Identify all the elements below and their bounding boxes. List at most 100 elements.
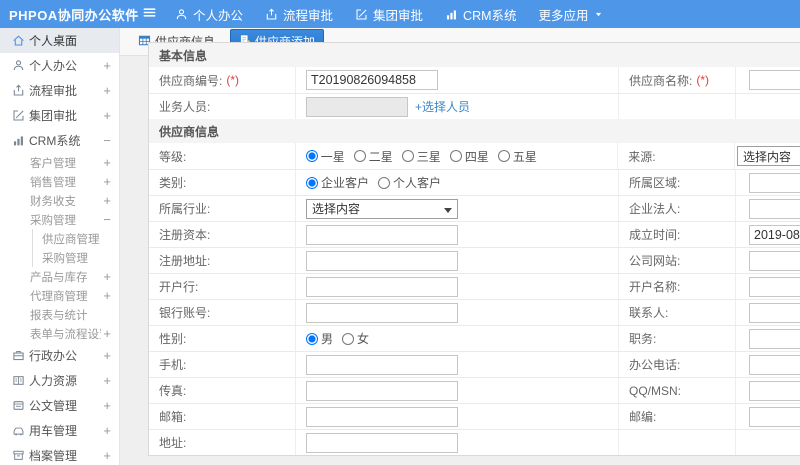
position-label: 职务: [619,326,736,351]
expand-plus-icon[interactable]: + [101,288,111,303]
region-input[interactable] [749,172,800,193]
expand-plus-icon[interactable]: + [101,423,111,438]
form-row: 邮箱: 邮编: [149,403,800,429]
level-option-1[interactable]: 二星 [353,148,393,165]
topbar-item-group-approval[interactable]: 集团审批 [355,5,423,24]
bank-account-input[interactable] [306,302,458,323]
supplier-name-input[interactable] [749,70,800,90]
sidebar-item-group-approval[interactable]: 集团审批 + [0,103,119,128]
level-radio-4[interactable] [497,150,510,162]
level-radio-3[interactable] [449,150,462,162]
sidebar-item-customer-management[interactable]: 客户管理 + [0,153,119,172]
office-phone-input[interactable] [749,354,800,375]
address-value-cell [296,430,619,455]
supplier-code-input[interactable] [306,70,438,90]
contact-person-input[interactable] [749,302,800,323]
category-radio-1[interactable] [378,176,391,189]
registered-address-input[interactable] [306,250,458,271]
sidebar-item-product-inventory[interactable]: 产品与库存 + [0,267,119,286]
expand-plus-icon[interactable]: + [101,193,111,208]
sidebar-item-vehicle-management[interactable]: 用车管理 + [0,418,119,443]
level-option-4[interactable]: 五星 [497,148,537,165]
upload-icon [12,84,29,97]
registered-capital-input[interactable] [306,224,458,245]
sidebar-item-human-resources[interactable]: 人力资源 + [0,368,119,393]
fax-input[interactable] [306,380,458,401]
gender-option-1[interactable]: 女 [342,330,369,347]
sidebar-item-supplier-management[interactable]: 供应商管理 [0,229,119,248]
level-radio-2[interactable] [401,150,414,162]
sidebar-item-finance-income-expense[interactable]: 财务收支 + [0,191,119,210]
topbar-item-crm-system[interactable]: CRM系统 [445,5,517,24]
sidebar-item-administrative-office[interactable]: 行政办公 + [0,343,119,368]
sidebar-item-purchasing-management[interactable]: 采购管理 [0,248,119,267]
zip-code-label: 邮编: [619,404,736,429]
category-option-1[interactable]: 个人客户 [378,174,441,191]
business-staff-picker-link[interactable]: +选择人员 [415,98,470,115]
level-option-2[interactable]: 三星 [401,148,441,165]
sidebar-item-label: 集团审批 [29,109,78,123]
topbar-item-personal-office[interactable]: 个人办公 [175,5,243,24]
category-radio-0[interactable] [306,176,318,189]
sidebar-item-reports-statistics[interactable]: 报表与统计 [0,305,119,324]
expand-plus-icon[interactable]: + [101,326,111,341]
collapse-minus-icon[interactable]: − [101,133,111,148]
sidebar-item-form-workflow-settings[interactable]: 表单与流程设置+ [0,324,119,343]
required-asterisk: (*) [226,73,240,87]
founded-date-input[interactable] [749,224,800,245]
gender-radio-0[interactable] [306,332,318,345]
gender-option-0[interactable]: 男 [306,330,333,347]
sidebar-item-agent-management[interactable]: 代理商管理 + [0,286,119,305]
topbar-item-workflow-approval[interactable]: 流程审批 [265,5,333,24]
radio-label: 企业客户 [321,176,370,190]
region-label: 所属区域: [619,170,736,195]
bank-branch-input[interactable] [306,276,458,297]
sidebar-item-crm-system[interactable]: CRM系统 − [0,128,119,153]
legal-person-input[interactable] [749,198,800,219]
category-option-0[interactable]: 企业客户 [306,174,369,191]
source-select[interactable]: 选择内容 [737,146,800,166]
expand-plus-icon[interactable]: + [101,373,111,388]
expand-plus-icon[interactable]: + [101,398,111,413]
account-name-input[interactable] [749,276,800,297]
sidebar-item-purchase-management[interactable]: 采购管理 − [0,210,119,229]
sidebar-item-workflow-approval[interactable]: 流程审批 + [0,78,119,103]
field-label-text: 注册地址: [159,254,211,268]
sidebar-item-archive-management[interactable]: 档案管理 + [0,443,119,465]
expand-plus-icon[interactable]: + [101,348,111,363]
position-value-cell [736,326,800,351]
level-option-0[interactable]: 一星 [305,148,345,165]
sidebar-item-label: 客户管理 [30,157,76,170]
position-input[interactable] [749,328,800,349]
qq-msn-input[interactable] [749,380,800,401]
industry-select[interactable]: 选择内容 [306,198,458,219]
sidebar-item-document-management[interactable]: 公文管理 + [0,393,119,418]
hamburger-menu-button[interactable] [142,5,157,23]
expand-plus-icon[interactable]: + [101,83,111,98]
collapse-minus-icon[interactable]: − [101,212,111,227]
business-staff-input[interactable] [306,96,408,117]
expand-plus-icon[interactable]: + [101,174,111,189]
expand-plus-icon[interactable]: + [101,269,111,284]
field-label-text: QQ/MSN: [629,383,682,398]
email-input[interactable] [306,406,458,427]
topbar-item-label: 流程审批 [283,8,334,23]
level-option-3[interactable]: 四星 [449,148,489,165]
mobile-input[interactable] [306,354,458,375]
gender-radio-1[interactable] [342,332,355,345]
expand-plus-icon[interactable]: + [101,108,111,123]
expand-plus-icon[interactable]: + [101,155,111,170]
sidebar-item-personal-office[interactable]: 个人办公 + [0,53,119,78]
zip-code-input[interactable] [749,406,800,427]
fax-label: 传真: [149,378,296,403]
office-phone-label: 办公电话: [619,352,736,377]
level-radio-1[interactable] [353,150,366,162]
expand-plus-icon[interactable]: + [101,448,111,463]
level-radio-0[interactable] [305,150,318,162]
topbar-item-more-apps[interactable]: 更多应用 [539,5,603,24]
sidebar-item-sales-management[interactable]: 销售管理 + [0,172,119,191]
sidebar-item-personal-desktop[interactable]: 个人桌面 [0,28,119,53]
expand-plus-icon[interactable]: + [101,58,111,73]
address-input[interactable] [306,432,458,453]
company-website-input[interactable] [749,250,800,271]
